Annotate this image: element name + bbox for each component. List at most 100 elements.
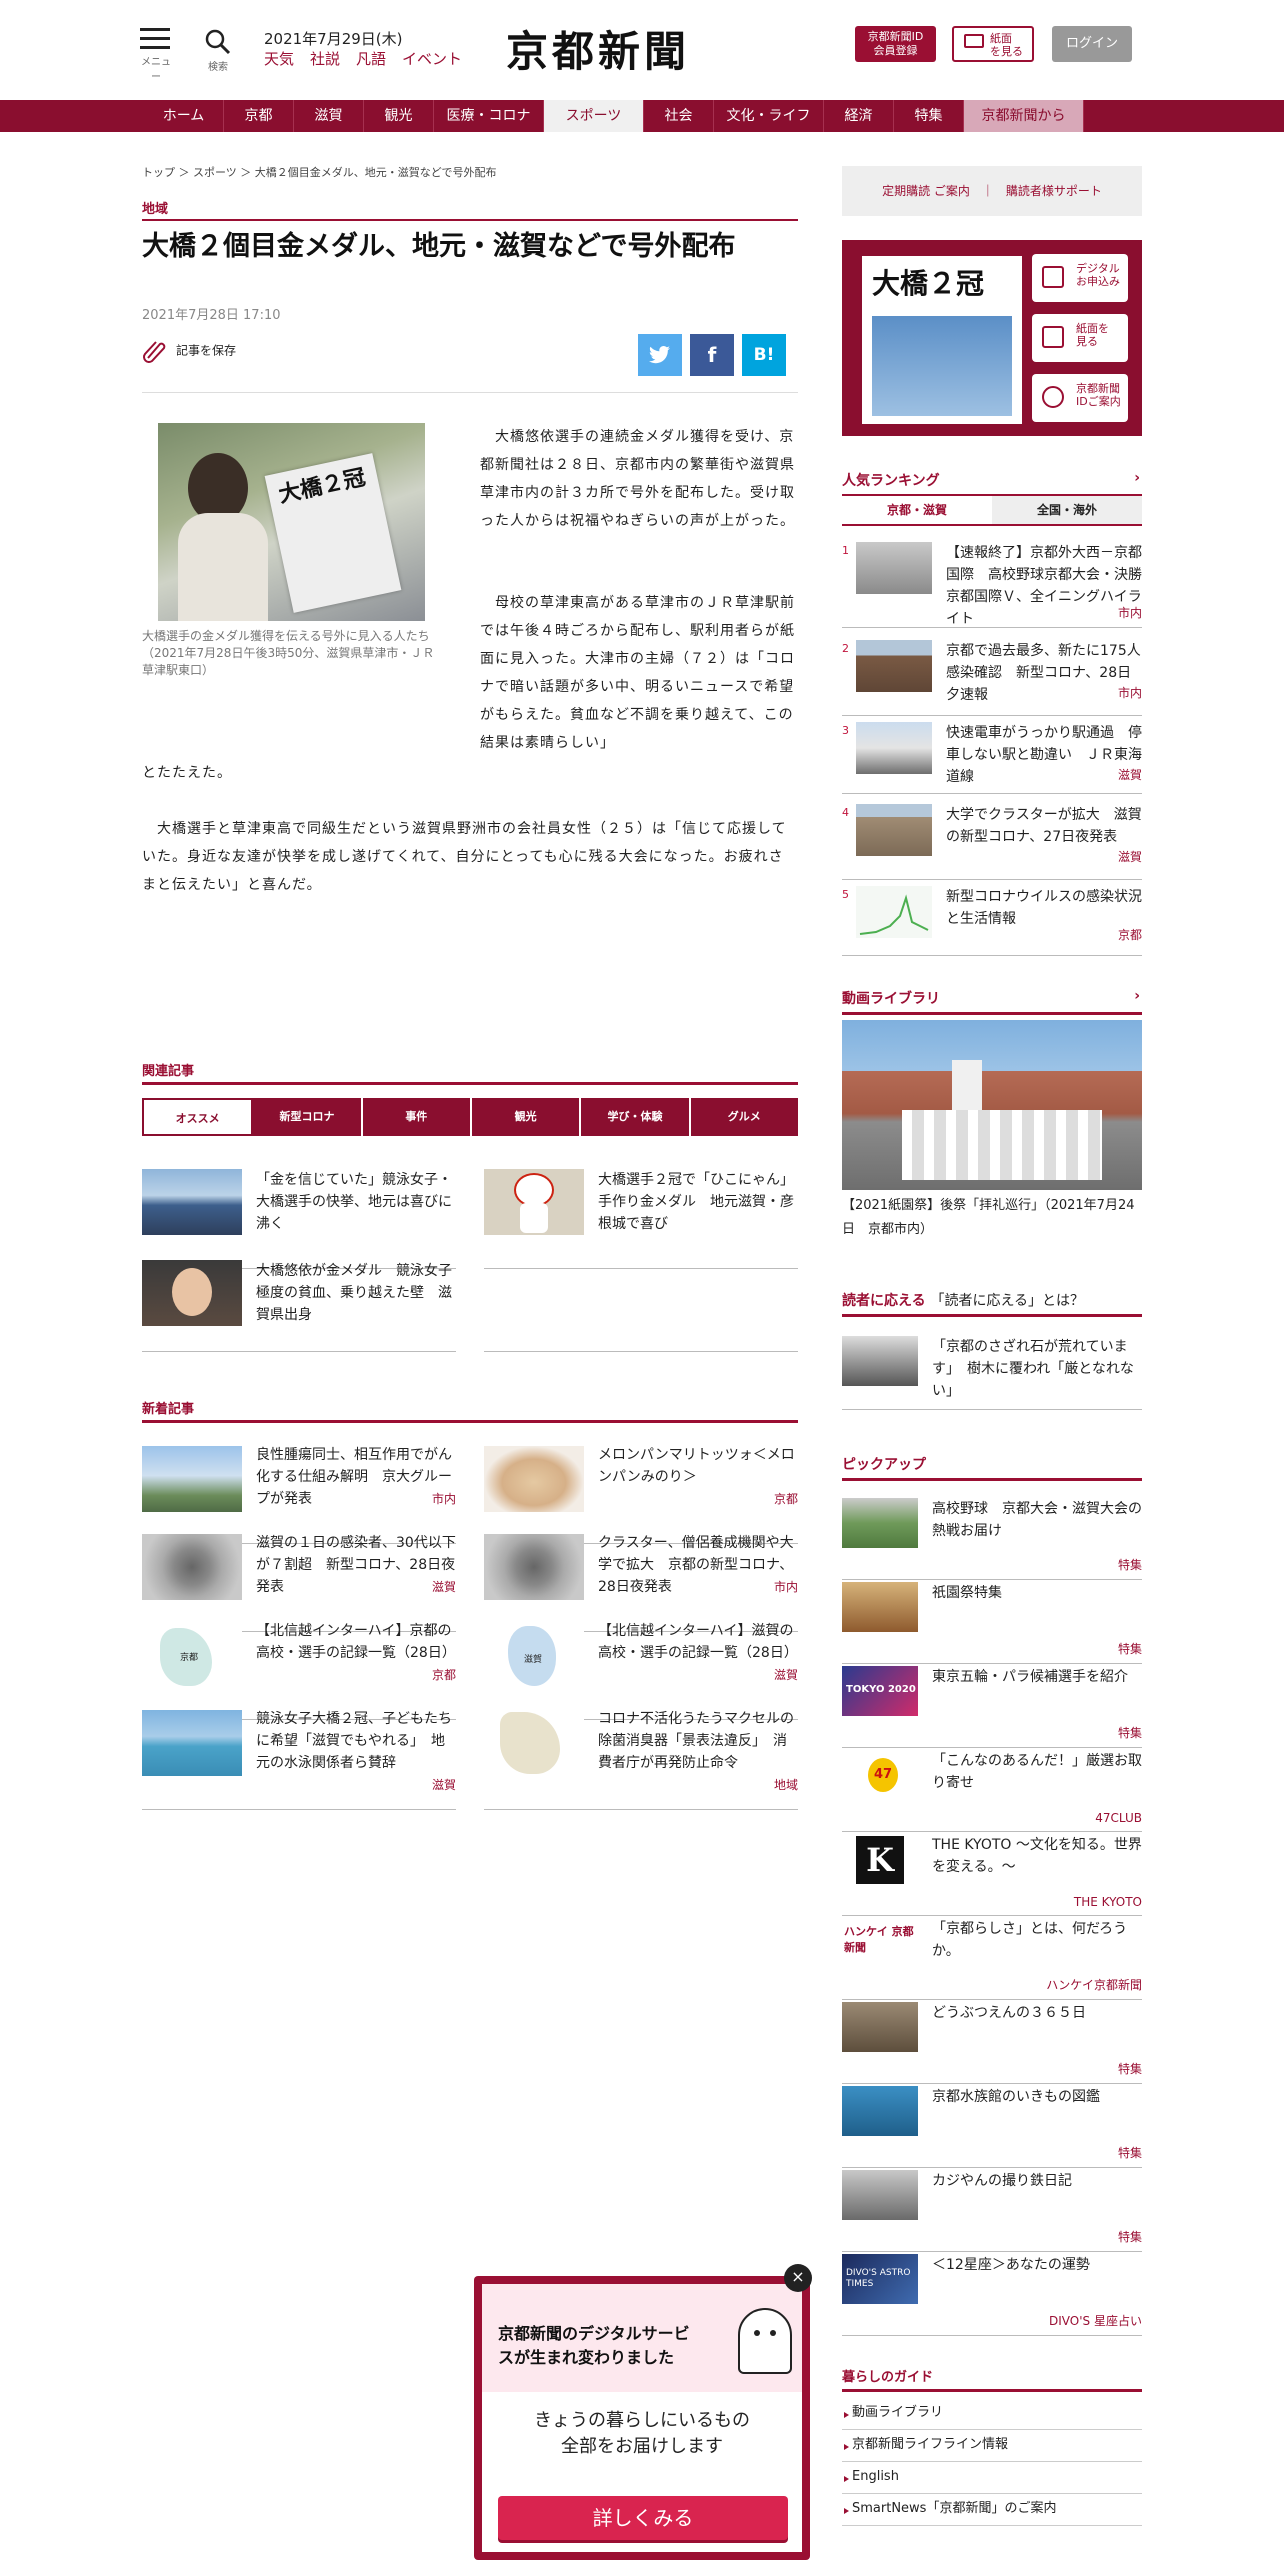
paperclip-icon	[143, 341, 166, 363]
pickup-tag: 特集	[1117, 1642, 1142, 1656]
event-link[interactable]: イベント	[402, 50, 462, 68]
pickup-item[interactable]: DIVO'S ASTRO TIMES ＜12星座＞あなたの運勢 DIVO'S 星座占…	[842, 2254, 1142, 2336]
latest-item[interactable]: 滋賀の１日の感染者、30代以下が７割超 新型コロナ、28日夜発表 滋賀	[142, 1534, 456, 1632]
video-heading[interactable]: 動画ライブラリ ›	[842, 988, 1142, 1015]
latest-item[interactable]: クラスター、僧侶養成機関や大学で拡大 京都の新型コロナ、28日夜発表 市内	[484, 1534, 798, 1632]
ranking-tab-local[interactable]: 京都・滋賀	[842, 496, 992, 524]
view-paper-button[interactable]: 紙面 を見る	[952, 26, 1034, 62]
nav-from-kyoto[interactable]: 京都新聞から	[964, 100, 1084, 132]
article-paragraph-2-end: とたたえた。	[142, 765, 232, 781]
pickup-item[interactable]: ハンケイ 京都新聞 「京都らしさ」とは、何だろうか。 ハンケイ京都新聞	[842, 1918, 1142, 2000]
ranking-heading[interactable]: 人気ランキング ›	[842, 470, 1142, 497]
nav-shiga[interactable]: 滋賀	[294, 100, 364, 132]
guide-link-english[interactable]: English	[842, 2462, 1142, 2494]
guide-link-lifeline[interactable]: 京都新聞ライフライン情報	[842, 2430, 1142, 2462]
breadcrumb[interactable]: トップ ＞ スポーツ ＞ 大橋２個目金メダル、地元・滋賀などで号外配布	[142, 164, 497, 180]
digital-service-popup: 京都新聞のデジタルサービ スが生まれ変わりました きょうの暮らしにいるもの 全部をお…	[474, 2264, 812, 2560]
ranking-item[interactable]: 2 京都で過去最多、新たに175人感染確認 新型コロナ、28日夕速報 市内	[842, 640, 1142, 716]
tab-incident[interactable]: 事件	[362, 1098, 472, 1136]
hatena-share-button[interactable]: B!	[742, 334, 786, 376]
nav-iryo[interactable]: 医療・コロナ	[434, 100, 544, 132]
latest-item[interactable]: 滋賀 【北信越インターハイ】滋賀の高校・選手の記録一覧（28日） 滋賀	[484, 1622, 798, 1720]
id-info-button[interactable]: 京都新聞 IDご案内	[1032, 374, 1128, 422]
pickup-item[interactable]: TOKYO 2020 東京五輪・パラ候補選手を紹介 特集	[842, 1666, 1142, 1748]
latest-item[interactable]: メロンパンマリトッツォ＜メロンパンみのり＞ 京都	[484, 1446, 798, 1544]
reader-heading[interactable]: 読者に応える 「読者に応える」とは？	[842, 1290, 1142, 1317]
related-item[interactable]: 大橋悠依が金メダル 競泳女子 極度の貧血、乗り越えた壁 滋賀県出身	[142, 1260, 466, 1352]
promo-headline: 大橋２冠	[872, 267, 985, 300]
rank-thumb	[856, 640, 932, 692]
nav-tokushu[interactable]: 特集	[894, 100, 964, 132]
view-paper-side-button[interactable]: 紙面を 見る	[1032, 314, 1128, 362]
tab-kanko[interactable]: 観光	[471, 1098, 582, 1136]
article-category[interactable]: 地域	[142, 198, 798, 221]
ranking-item[interactable]: 1 【速報終了】京都外大西－京都国際 高校野球京都大会・決勝 京都国際Ｖ、全イニン…	[842, 542, 1156, 628]
latest-title: コロナ不活化うたうマクセルの除菌消臭器「景表法違反」 消費者庁が再発防止命令	[598, 1711, 794, 1771]
tab-corona[interactable]: 新型コロナ	[253, 1098, 363, 1136]
latest-tag: 滋賀	[431, 1778, 456, 1792]
promo-newspaper[interactable]: 大橋２冠	[862, 256, 1022, 424]
nav-home[interactable]: ホーム	[144, 100, 224, 132]
tab-gourmet[interactable]: グルメ	[690, 1098, 798, 1136]
facebook-share-button[interactable]: f	[690, 334, 734, 376]
latest-item[interactable]: コロナ不活化うたうマクセルの除菌消臭器「景表法違反」 消費者庁が再発防止命令 地域	[484, 1710, 798, 1810]
id-register-button[interactable]: 京都新聞ID 会員登録	[855, 26, 936, 62]
nav-keizai[interactable]: 経済	[824, 100, 894, 132]
popup-body-line: 全部をお届けします	[561, 2436, 723, 2457]
nav-bunka[interactable]: 文化・ライフ	[714, 100, 824, 132]
latest-item[interactable]: 競泳女子大橋２冠、子どもたちに希望「滋賀でもやれる」 地元の水泳関係者ら賛辞 滋賀	[142, 1710, 456, 1810]
paper-button-line2: を見る	[990, 45, 1023, 58]
latest-item[interactable]: 良性腫瘍同士、相互作用でがん化する仕組み解明 京大グループが発表 市内	[142, 1446, 456, 1544]
pickup-item[interactable]: どうぶつえんの３６５日 特集	[842, 2002, 1142, 2084]
tab-learning[interactable]: 学び・体験	[581, 1098, 691, 1136]
close-icon[interactable]: ×	[784, 2264, 812, 2292]
weather-link[interactable]: 天気	[264, 50, 294, 68]
pickup-item[interactable]: 高校野球 京都大会・滋賀大会の熱戦お届け 特集	[842, 1498, 1142, 1580]
rank-number: 4	[842, 806, 849, 819]
bongo-link[interactable]: 凡語	[356, 50, 386, 68]
login-button[interactable]: ログイン	[1052, 26, 1132, 62]
nav-sports[interactable]: スポーツ	[544, 100, 644, 132]
reader-item[interactable]: 「京都のさざれ石が荒れています」 樹木に覆われ「厳となれない」	[842, 1336, 1142, 1410]
editorial-link[interactable]: 社説	[310, 50, 340, 68]
ranking-tab-global[interactable]: 全国・海外	[992, 496, 1142, 524]
pickup-heading: ピックアップ	[842, 1454, 1142, 1481]
related-item[interactable]: 大橋選手２冠で「ひこにゃん」手作り金メダル 地元滋賀・彦根城で喜び	[484, 1169, 798, 1269]
pickup-item[interactable]: 京都水族館のいきもの図鑑 特集	[842, 2086, 1142, 2168]
related-item[interactable]: 「金を信じていた」競泳女子・大橋選手の快挙、地元は喜びに沸く	[142, 1169, 456, 1269]
nav-kanko[interactable]: 観光	[364, 100, 434, 132]
ranking-item[interactable]: 5 新型コロナウイルスの感染状況と生活情報 京都	[842, 886, 1142, 956]
learn-more-button[interactable]: 詳しくみる	[498, 2496, 788, 2540]
site-logo[interactable]: 京都新聞	[506, 18, 690, 79]
pickup-item[interactable]: カジやんの撮り鉄日記 特集	[842, 2170, 1142, 2252]
pickup-item[interactable]: 祇園祭特集 特集	[842, 1582, 1142, 1664]
search-button[interactable]: 検索	[202, 28, 234, 73]
digital-promo: 大橋２冠 デジタル お申込み 紙面を 見る 京都新聞 IDご案内	[842, 240, 1142, 436]
support-link[interactable]: 購読者様サポート	[1006, 184, 1102, 198]
subscribe-link[interactable]: 定期購読 ご案内	[882, 184, 970, 198]
related-thumb	[142, 1260, 242, 1326]
47club-logo-text: 47	[868, 1758, 898, 1792]
divider	[842, 524, 1142, 526]
pickup-item[interactable]: 47 「こんなのあるんだ！」厳選お取り寄せ 47CLUB	[842, 1750, 1142, 1832]
video-thumbnail[interactable]	[842, 1020, 1142, 1190]
latest-item[interactable]: 京都 【北信越インターハイ】京都の高校・選手の記録一覧（28日） 京都	[142, 1622, 456, 1720]
guide-link-video[interactable]: 動画ライブラリ	[842, 2398, 1142, 2430]
digital-apply-button[interactable]: デジタル お申込み	[1032, 254, 1128, 302]
latest-title: 【北信越インターハイ】京都の高校・選手の記録一覧（28日）	[256, 1623, 456, 1661]
article-photo[interactable]: 大橋２冠	[158, 423, 425, 621]
pickup-item[interactable]: K THE KYOTO ～文化を知る。世界を変える。～ THE KYOTO	[842, 1834, 1142, 1916]
nav-shakai[interactable]: 社会	[644, 100, 714, 132]
ranking-item[interactable]: 4 大学でクラスターが拡大 滋賀の新型コロナ、27日夜発表 滋賀	[842, 804, 1142, 880]
twitter-share-button[interactable]	[638, 334, 682, 376]
ranking-item[interactable]: 3 快速電車がうっかり駅通過 停車しない駅と勘違い ＪＲ東海道線 滋賀	[842, 722, 1142, 794]
menu-button[interactable]: メニュー	[140, 28, 172, 83]
save-article-button[interactable]: 記事を保存	[142, 338, 236, 364]
video-heading-text: 動画ライブラリ	[842, 991, 940, 1007]
nav-kyoto[interactable]: 京都	[224, 100, 294, 132]
guide-link-smartnews[interactable]: SmartNews「京都新聞」のご案内	[842, 2494, 1142, 2526]
latest-tag: 市内	[431, 1492, 456, 1506]
related-title: 大橋悠依が金メダル 競泳女子 極度の貧血、乗り越えた壁 滋賀県出身	[256, 1263, 466, 1323]
reader-title: 「京都のさざれ石が荒れています」 樹木に覆われ「厳となれない」	[932, 1339, 1134, 1399]
tab-recommend[interactable]: オススメ	[142, 1098, 254, 1136]
